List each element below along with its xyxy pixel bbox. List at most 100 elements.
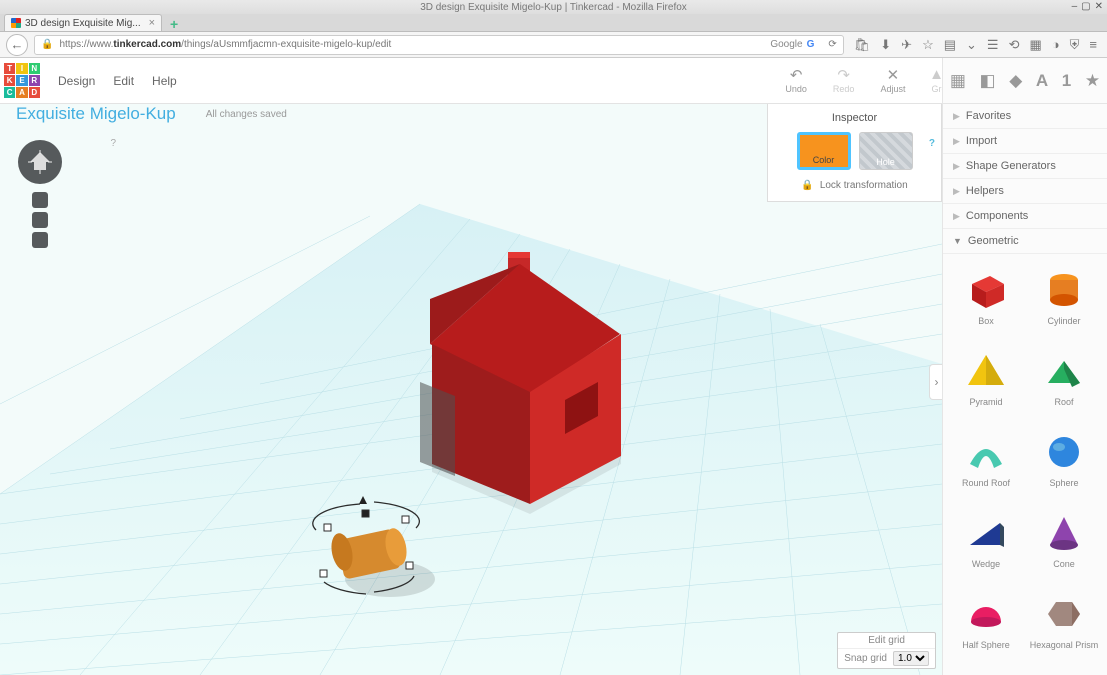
browser-tab[interactable]: 3D design Exquisite Mig... × xyxy=(4,14,162,31)
adblock-icon[interactable]: ◑ xyxy=(1052,37,1060,53)
right-rail: ▦ ◧ ◆ A 1 ★ ▶Favorites▶Import▶Shape Gene… xyxy=(942,58,1107,675)
inspector-panel: Inspector Color Hole ? 🔒 Lock transforma… xyxy=(767,104,942,202)
workspace[interactable]: Inspector Color Hole ? 🔒 Lock transforma… xyxy=(0,104,942,675)
menu-design[interactable]: Design xyxy=(58,74,95,88)
shape-icon xyxy=(963,430,1009,474)
lock-icon: 🔒 xyxy=(801,180,813,191)
tab-favicon xyxy=(11,18,21,28)
shape-cone[interactable]: Cone xyxy=(1025,505,1103,586)
workplane-tool-icon[interactable]: ▦ xyxy=(950,71,966,91)
tab-title: 3D design Exquisite Mig... xyxy=(25,18,141,29)
lock-transformation[interactable]: 🔒 Lock transformation xyxy=(778,180,931,191)
lock-icon: 🔒 xyxy=(41,39,53,50)
reload-icon[interactable]: ⟳ xyxy=(828,39,836,50)
chevron-right-icon: ▶ xyxy=(953,186,960,197)
adjust-icon: ✕ xyxy=(884,68,902,82)
window-controls: – ▢ ✕ xyxy=(1072,1,1103,12)
zoom-out-button[interactable] xyxy=(32,232,48,248)
rail-section-geometric[interactable]: ▼ Geometric xyxy=(943,229,1107,254)
inspector-hole-swatch[interactable]: Hole xyxy=(859,132,913,170)
shape-box[interactable]: Box xyxy=(947,262,1025,343)
shape-sphere[interactable]: Sphere xyxy=(1025,424,1103,505)
chevron-right-icon: ▶ xyxy=(953,161,960,172)
rail-section-import[interactable]: ▶Import xyxy=(943,129,1107,154)
tab-close-icon[interactable]: × xyxy=(149,17,155,29)
shape-half-sphere[interactable]: Half Sphere xyxy=(947,586,1025,667)
browser-tab-strip: 3D design Exquisite Mig... × + xyxy=(0,14,1107,32)
menu-edit[interactable]: Edit xyxy=(113,74,134,88)
send-icon[interactable]: ✈ xyxy=(901,37,912,53)
undo-icon: ↶ xyxy=(787,68,805,82)
rail-section-components[interactable]: ▶Components xyxy=(943,204,1107,229)
shape-pyramid[interactable]: Pyramid xyxy=(947,343,1025,424)
ruler-tool-icon[interactable]: ◆ xyxy=(1009,71,1022,91)
browser-toolbar-icons: 🛍 ⬇ ✈ ☆ ▤ ⌄ ☰ ⟲ ▦ ◑ ⛨ ≡ xyxy=(850,37,1101,53)
redo-button: ↷Redo xyxy=(833,68,855,94)
view-home-button[interactable] xyxy=(18,140,62,184)
shape-icon xyxy=(1041,349,1087,393)
menu-help[interactable]: Help xyxy=(152,74,177,88)
text-tool-icon[interactable]: A xyxy=(1036,71,1048,91)
tinkercad-logo[interactable]: TINKERCAD xyxy=(0,59,44,103)
reader-icon[interactable]: ☰ xyxy=(987,37,999,53)
redo-icon: ↷ xyxy=(835,68,853,82)
shape-icon xyxy=(963,592,1009,636)
inspector-color-swatch[interactable]: Color xyxy=(797,132,851,170)
app-menus: Design Edit Help xyxy=(58,74,177,88)
shield-icon[interactable]: ⛨ xyxy=(1070,37,1080,53)
os-window-title: 3D design Exquisite Migelo-Kup | Tinkerc… xyxy=(420,2,687,13)
minimize-button[interactable]: – xyxy=(1072,1,1078,12)
shape-icon xyxy=(963,511,1009,555)
rail-section-helpers[interactable]: ▶Helpers xyxy=(943,179,1107,204)
chevron-right-icon: ▶ xyxy=(953,211,960,222)
shape-cylinder[interactable]: Cylinder xyxy=(1025,262,1103,343)
document-title[interactable]: Exquisite Migelo-Kup xyxy=(16,104,176,124)
maximize-button[interactable]: ▢ xyxy=(1081,1,1090,12)
new-tab-button[interactable]: + xyxy=(165,16,183,31)
shape-icon xyxy=(963,349,1009,393)
url-bar[interactable]: 🔒 https://www.tinkercad.com/things/aUsmm… xyxy=(34,35,844,55)
document-header: Exquisite Migelo-Kup All changes saved xyxy=(0,104,287,124)
star-icon[interactable]: ☆ xyxy=(922,37,934,53)
edit-grid-button[interactable]: Edit grid xyxy=(838,633,935,649)
rail-section-shape-generators[interactable]: ▶Shape Generators xyxy=(943,154,1107,179)
inspector-help-icon[interactable]: ? xyxy=(929,138,935,149)
close-button[interactable]: ✕ xyxy=(1095,1,1103,12)
browser-toolbar: ← 🔒 https://www.tinkercad.com/things/aUs… xyxy=(0,32,1107,58)
shapes-grid: BoxCylinderPyramidRoofRound RoofSphereWe… xyxy=(943,254,1107,675)
shape-roof[interactable]: Roof xyxy=(1025,343,1103,424)
shape-icon xyxy=(1041,268,1087,312)
menu-icon[interactable]: ≡ xyxy=(1089,37,1097,53)
pocket-icon[interactable]: ⌄ xyxy=(966,37,977,53)
sync-icon[interactable]: ⟲ xyxy=(1009,37,1020,53)
rail-mode-tools: ▦ ◧ ◆ A 1 ★ xyxy=(943,58,1107,104)
adjust-button[interactable]: ✕Adjust xyxy=(880,68,905,94)
number-tool-icon[interactable]: 1 xyxy=(1062,71,1071,91)
shape-icon xyxy=(1041,511,1087,555)
shape-wedge[interactable]: Wedge xyxy=(947,505,1025,586)
search-provider: Google G xyxy=(770,39,814,50)
rail-section-favorites[interactable]: ▶Favorites xyxy=(943,104,1107,129)
app-menubar: TINKERCAD Design Edit Help ↶Undo ↷Redo ✕Adju… xyxy=(0,58,1107,104)
chevron-right-icon: ▶ xyxy=(953,136,960,147)
panel-collapse-button[interactable]: › xyxy=(929,364,942,400)
cube-tool-icon[interactable]: ◧ xyxy=(980,71,996,91)
shape-hexagonal-prism[interactable]: Hexagonal Prism xyxy=(1025,586,1103,667)
os-titlebar: 3D design Exquisite Migelo-Kup | Tinkerc… xyxy=(0,0,1107,14)
shape-round-roof[interactable]: Round Roof xyxy=(947,424,1025,505)
library-icon[interactable]: ▤ xyxy=(944,37,956,53)
grid-icon[interactable]: ▦ xyxy=(1029,37,1041,53)
url-text: https://www.tinkercad.com/things/aUsmmfj… xyxy=(59,39,391,50)
snap-grid-label: Snap grid xyxy=(844,653,887,664)
favorite-tool-icon[interactable]: ★ xyxy=(1085,71,1100,91)
download-icon[interactable]: ⬇ xyxy=(880,37,891,53)
view-fit-button[interactable] xyxy=(32,192,48,208)
cart-icon[interactable]: 🛍 xyxy=(854,37,871,53)
shape-icon xyxy=(963,268,1009,312)
inspector-title: Inspector xyxy=(778,112,931,124)
undo-button[interactable]: ↶Undo xyxy=(785,68,807,94)
snap-grid-select[interactable]: 1.0 xyxy=(893,651,929,666)
chevron-down-icon: ▼ xyxy=(953,236,962,246)
zoom-in-button[interactable] xyxy=(32,212,48,228)
back-button[interactable]: ← xyxy=(6,34,28,56)
